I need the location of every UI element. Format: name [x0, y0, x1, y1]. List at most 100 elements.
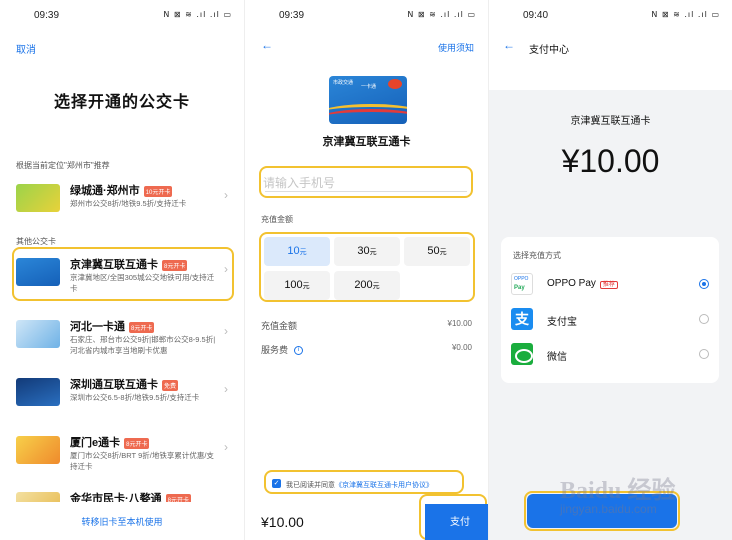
payment-amount: ¥10.00: [561, 143, 660, 179]
agreement-row: ✓ 我已阅读并同意《京津冀互联互通卡用户协议》: [264, 470, 464, 494]
card-logo-icon: [388, 79, 402, 89]
card-name: 京津冀互联互通卡: [570, 116, 651, 127]
amount-option-10[interactable]: 10元: [264, 237, 330, 266]
page-title: 选择开通的公交卡: [53, 94, 190, 111]
card-wave-decoration: [329, 109, 407, 124]
card-desc: 京津冀地区/全国305城公交地铁可用/支持迁卡: [70, 273, 215, 293]
status-time: 09:39: [279, 10, 305, 21]
card-desc: 石家庄、邢台市公交9折|邯郸市公交8-9.5折|河北省内城市享当地刷卡优惠: [70, 335, 216, 355]
status-time: 09:40: [523, 10, 549, 21]
card-list-item-jingjinji[interactable]: 京津冀互联互通卡 8元开卡 京津冀地区/全国305城公交地铁可用/支持迁卡 ›: [16, 252, 230, 302]
payment-method-oppo-pay[interactable]: OPPO Pay OPPO Pay 推荐: [511, 271, 711, 299]
payment-method-wechat[interactable]: 微信: [511, 341, 711, 369]
other-cards-label: 其他公交卡: [16, 237, 56, 246]
agreement-text: 我已阅读并同意《京津冀互联互通卡用户协议》: [286, 482, 433, 489]
card-tag: 8元开卡: [162, 259, 188, 271]
card-list-item-xiamen[interactable]: 厦门e通卡 8元开卡 厦门市公交8折/BRT 9折/地铁享累计优惠/支持迁卡 ›: [16, 430, 230, 480]
recharge-screen: 09:39 N ⊠ ≋ .ıl .ıl ▭ ← 使用须知 市政交通 一卡通 京津…: [244, 0, 488, 540]
oppo-pay-icon: OPPO Pay: [511, 273, 533, 295]
jingjinji-card-icon: [16, 258, 60, 286]
usage-notice-link[interactable]: 使用须知: [438, 41, 474, 54]
transfer-card-link[interactable]: 转移旧卡至本机使用: [0, 515, 244, 528]
card-name: 深圳通互联互通卡 免费: [70, 379, 179, 391]
status-bar: 09:39 N ⊠ ≋ .ıl .ıl ▭: [0, 0, 244, 30]
xiamen-card-icon: [16, 436, 60, 464]
card-name: 金华市民卡·八婺通 8元开卡: [70, 490, 192, 502]
payment-method-alipay[interactable]: 支 支付宝: [511, 306, 711, 334]
radio-button[interactable]: [699, 314, 709, 324]
radio-button[interactable]: [699, 349, 709, 359]
card-name: 京津冀互联互通卡 8元开卡: [70, 259, 188, 271]
card-name: 河北一卡通 8元开卡: [70, 321, 155, 333]
wechat-icon: [511, 343, 533, 365]
jinhua-card-icon: [16, 492, 60, 502]
card-list-item-shenzhen[interactable]: 深圳通互联互通卡 免费 深圳市公交6.5-8折/地铁9.5折/支持迁卡 ›: [16, 372, 230, 422]
card-tag: 8元开卡: [129, 321, 155, 333]
phone-input-highlight: [259, 166, 473, 198]
amount-option-100[interactable]: 100元: [264, 271, 330, 300]
baidu-watermark-url: jingyan.baidu.com: [560, 502, 657, 516]
chevron-right-icon: ›: [224, 324, 228, 338]
summary-row-amount: 充值金额 ¥10.00: [261, 319, 472, 332]
payment-method-name: 微信: [547, 352, 567, 363]
back-arrow-icon[interactable]: ←: [503, 38, 515, 52]
pay-button[interactable]: 支付: [425, 504, 488, 540]
summary-value: ¥10.00: [447, 319, 472, 328]
payment-center-screen: 09:40 N ⊠ ≋ .ıl .ıl ▭ ← 支付中心 京津冀互联互通卡 ¥1…: [488, 0, 732, 540]
baidu-watermark: Baidu 经验: [560, 478, 676, 504]
summary-row-fee: 服务费 i ¥0.00: [261, 343, 472, 356]
chevron-right-icon: ›: [224, 440, 228, 454]
card-face-text: 市政交通: [333, 80, 354, 86]
recommend-label: 根据当前定位"郑州市"推荐: [16, 161, 110, 170]
payment-method-name: OPPO Pay 推荐: [547, 278, 618, 289]
transit-card-image: 市政交通 一卡通: [329, 76, 407, 124]
status-icons: N ⊠ ≋ .ıl .ıl ▭: [407, 10, 476, 19]
chevron-right-icon: ›: [224, 188, 228, 202]
amount-option-200[interactable]: 200元: [334, 271, 400, 300]
card-desc: 郑州市公交8折/地铁9.5折/支持迁卡: [70, 199, 187, 208]
amount-options: 10元 30元 50元 100元 200元: [259, 232, 475, 302]
cancel-button[interactable]: 取消: [16, 41, 36, 56]
payment-methods-card: 选择充值方式 OPPO Pay OPPO Pay 推荐 支 支付宝 微信: [501, 237, 719, 383]
card-tag: 免费: [162, 379, 179, 391]
amount-label: 充值金额: [261, 215, 293, 224]
status-icons: N ⊠ ≋ .ıl .ıl ▭: [651, 10, 720, 19]
summary-label: 充值金额: [261, 321, 298, 331]
card-list-item-hebei[interactable]: 河北一卡通 8元开卡 石家庄、邢台市公交9折|邯郸市公交8-9.5折|河北省内城市…: [16, 314, 230, 364]
card-tag: 10元开卡: [143, 185, 173, 197]
status-bar: 09:40 N ⊠ ≋ .ıl .ıl ▭: [489, 0, 732, 30]
summary-value: ¥0.00: [451, 343, 472, 352]
payment-method-label: 选择充值方式: [513, 251, 561, 260]
status-bar: 09:39 N ⊠ ≋ .ıl .ıl ▭: [245, 0, 488, 30]
radio-button-selected[interactable]: [699, 279, 709, 289]
info-icon[interactable]: i: [294, 346, 304, 356]
amount-option-50[interactable]: 50元: [404, 237, 470, 266]
amount-option-30[interactable]: 30元: [334, 237, 400, 266]
card-tag: 8元开卡: [165, 493, 192, 502]
card-name: 厦门e通卡 8元开卡: [70, 437, 150, 449]
screenshot-composite: 09:39 N ⊠ ≋ .ıl .ıl ▭ 取消 选择开通的公交卡 根据当前定位…: [0, 0, 732, 540]
card-desc: 深圳市公交6.5-8折/地铁9.5折/支持迁卡: [70, 393, 200, 402]
total-amount: ¥10.00: [261, 514, 304, 530]
lvchengtong-card-icon: [16, 184, 60, 212]
card-list-item-lvchengtong[interactable]: 绿城通·郑州市 10元开卡 郑州市公交8折/地铁9.5折/支持迁卡 ›: [16, 178, 230, 228]
card-name: 绿城通·郑州市 10元开卡: [70, 185, 173, 197]
recommend-badge: 推荐: [599, 280, 618, 289]
page-title: 支付中心: [529, 45, 569, 56]
back-arrow-icon[interactable]: ←: [261, 38, 273, 52]
summary-label: 服务费: [261, 345, 289, 355]
card-face-text: 一卡通: [361, 84, 377, 90]
agreement-checkbox[interactable]: ✓: [272, 479, 281, 488]
status-time: 09:39: [34, 10, 60, 21]
card-selection-screen: 09:39 N ⊠ ≋ .ıl .ıl ▭ 取消 选择开通的公交卡 根据当前定位…: [0, 0, 244, 540]
card-desc: 厦门市公交8折/BRT 9折/地铁享累计优惠/支持迁卡: [70, 451, 214, 471]
chevron-right-icon: ›: [224, 262, 228, 276]
hebei-card-icon: [16, 320, 60, 348]
input-underline: [265, 191, 467, 192]
card-name: 京津冀互联互通卡: [322, 136, 411, 148]
payment-method-name: 支付宝: [547, 317, 577, 328]
alipay-icon: 支: [511, 308, 533, 330]
shenzhen-card-icon: [16, 378, 60, 406]
agreement-link[interactable]: 《京津冀互联互通卡用户协议》: [335, 482, 433, 489]
card-list-item-jinhua[interactable]: 金华市民卡·八婺通 8元开卡: [16, 486, 230, 502]
